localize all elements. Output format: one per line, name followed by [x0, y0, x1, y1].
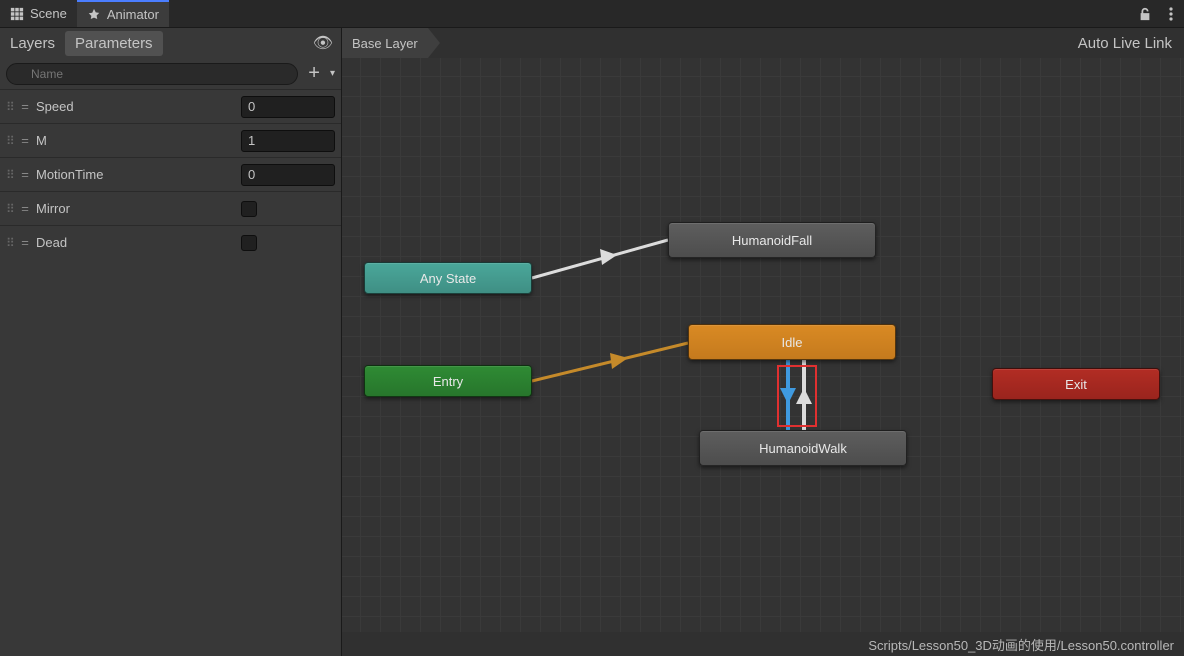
tab-scene-label: Scene — [30, 6, 67, 21]
drag-handle-icon[interactable]: ⠿ — [6, 202, 18, 216]
node-label: Any State — [420, 271, 476, 286]
breadcrumb-bar: Base Layer Auto Live Link — [342, 28, 1184, 58]
search-input[interactable] — [6, 63, 298, 85]
grid-icon — [10, 7, 24, 21]
drag-handle-icon[interactable]: ⠿ — [6, 168, 18, 182]
status-path: Scripts/Lesson50_3D动画的使用/Lesson50.contro… — [868, 635, 1174, 654]
param-name: MotionTime — [36, 167, 103, 182]
animator-icon — [87, 8, 101, 22]
param-name: Mirror — [36, 201, 70, 216]
param-row-speed[interactable]: ⠿ = Speed — [0, 89, 341, 123]
drag-handle-icon[interactable]: ⠿ — [6, 134, 18, 148]
side-tabs: Layers Parameters 👁 — [0, 28, 342, 58]
drag-handle-icon[interactable]: ⠿ — [6, 236, 18, 250]
tab-animator[interactable]: Animator — [77, 0, 169, 27]
param-checkbox[interactable] — [241, 201, 257, 217]
filter-row: ⌕ + ▾ — [0, 58, 341, 89]
kebab-icon[interactable] — [1158, 0, 1184, 27]
param-name: M — [36, 133, 47, 148]
animator-graph[interactable]: Any State HumanoidFall Entry Idle Humano… — [342, 58, 1184, 632]
selection-highlight — [777, 365, 817, 427]
visibility-icon[interactable]: 👁 — [313, 33, 333, 53]
status-bar: Scripts/Lesson50_3D动画的使用/Lesson50.contro… — [342, 632, 1184, 656]
add-parameter-button[interactable]: + — [304, 62, 324, 85]
lock-icon[interactable] — [1132, 0, 1158, 27]
param-row-motiontime[interactable]: ⠿ = MotionTime — [0, 157, 341, 191]
equals-icon: = — [20, 167, 30, 182]
node-any-state[interactable]: Any State — [364, 262, 532, 294]
equals-icon: = — [20, 235, 30, 250]
tab-animator-label: Animator — [107, 7, 159, 22]
auto-live-link[interactable]: Auto Live Link — [1066, 35, 1184, 52]
param-row-dead[interactable]: ⠿ = Dead — [0, 225, 341, 259]
graph-area: Any State HumanoidFall Entry Idle Humano… — [342, 58, 1184, 656]
node-humanoid-fall[interactable]: HumanoidFall — [668, 222, 876, 258]
node-label: HumanoidWalk — [759, 441, 847, 456]
top-tab-bar: Scene Animator — [0, 0, 1184, 28]
param-value-input[interactable] — [241, 164, 335, 186]
sub-header: Layers Parameters 👁 Base Layer Auto Live… — [0, 28, 1184, 58]
spacer — [169, 0, 1132, 27]
side-tab-layers[interactable]: Layers — [0, 31, 65, 56]
param-name: Speed — [36, 99, 74, 114]
param-row-mirror[interactable]: ⠿ = Mirror — [0, 191, 341, 225]
param-row-m[interactable]: ⠿ = M — [0, 123, 341, 157]
node-idle[interactable]: Idle — [688, 324, 896, 360]
equals-icon: = — [20, 99, 30, 114]
parameters-panel: ⌕ + ▾ ⠿ = Speed ⠿ = M ⠿ = MotionTime ⠿ =… — [0, 58, 342, 656]
node-label: Entry — [433, 374, 463, 389]
tab-scene[interactable]: Scene — [0, 0, 77, 27]
param-value-input[interactable] — [241, 96, 335, 118]
param-value-input[interactable] — [241, 130, 335, 152]
node-label: HumanoidFall — [732, 233, 812, 248]
equals-icon: = — [20, 133, 30, 148]
breadcrumb-label: Base Layer — [352, 36, 418, 51]
node-exit[interactable]: Exit — [992, 368, 1160, 400]
node-humanoid-walk[interactable]: HumanoidWalk — [699, 430, 907, 466]
node-label: Idle — [782, 335, 803, 350]
add-parameter-dropdown-icon[interactable]: ▾ — [330, 68, 335, 79]
param-name: Dead — [36, 235, 67, 250]
main-area: ⌕ + ▾ ⠿ = Speed ⠿ = M ⠿ = MotionTime ⠿ =… — [0, 58, 1184, 656]
equals-icon: = — [20, 201, 30, 216]
drag-handle-icon[interactable]: ⠿ — [6, 100, 18, 114]
breadcrumb-base-layer[interactable]: Base Layer — [342, 28, 428, 58]
param-checkbox[interactable] — [241, 235, 257, 251]
node-label: Exit — [1065, 377, 1087, 392]
node-entry[interactable]: Entry — [364, 365, 532, 397]
side-tab-parameters[interactable]: Parameters — [65, 31, 163, 56]
